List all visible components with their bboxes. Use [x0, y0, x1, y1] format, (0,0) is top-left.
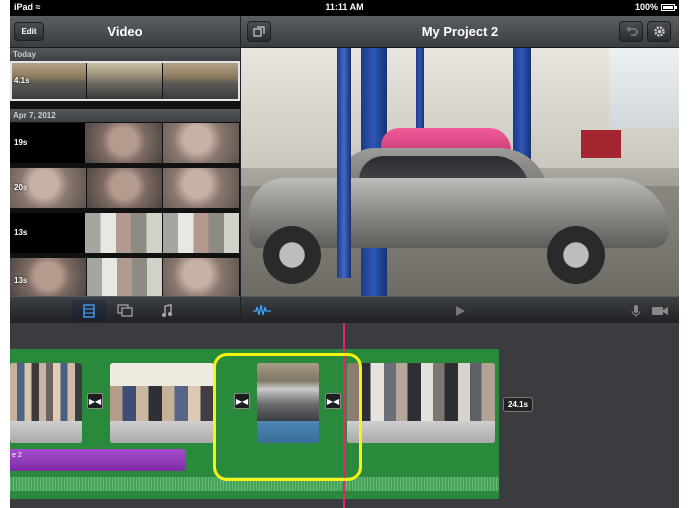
tab-photos[interactable] — [108, 300, 142, 321]
section-header-date: Apr 7, 2012 — [10, 109, 240, 122]
video-viewer[interactable] — [241, 48, 679, 296]
highlight-annotation — [213, 353, 362, 481]
media-tabs-bar — [10, 296, 240, 323]
clip-strip[interactable]: 4.1s — [10, 61, 240, 101]
browser-title: Video — [107, 24, 143, 39]
clip-strip[interactable]: 13s — [10, 213, 240, 253]
timeline-clip[interactable] — [347, 363, 495, 443]
audio-clip[interactable]: e 2 — [10, 449, 186, 471]
clip-duration: 4.1s — [14, 76, 30, 85]
imovie-window: iPad ≈ 11:11 AM 100% Edit Video My Proje… — [10, 0, 679, 508]
undo-button[interactable] — [619, 21, 643, 42]
audio-waveform-icon — [253, 304, 271, 315]
battery-percent: 100% — [634, 2, 658, 12]
clip-duration: 19s — [14, 138, 28, 147]
battery-icon — [661, 3, 677, 11]
undo-icon — [625, 26, 638, 36]
status-time: 11:11 AM — [325, 2, 364, 12]
transition-button[interactable]: ▶◀ — [87, 393, 103, 409]
viewer-controls-bar — [241, 296, 679, 323]
timeline-clip[interactable] — [10, 363, 82, 443]
microphone-icon — [631, 304, 641, 317]
transition-icon: ▶◀ — [88, 396, 102, 406]
edit-button[interactable]: Edit — [14, 22, 44, 41]
clip-strip[interactable]: 19s — [10, 123, 240, 163]
clip-duration: 13s — [14, 276, 28, 285]
project-duration-badge: 24.1s — [503, 397, 534, 412]
photos-icon — [117, 304, 133, 317]
tab-audio[interactable] — [150, 300, 184, 321]
settings-button[interactable] — [647, 21, 671, 42]
timeline-clip[interactable] — [110, 363, 214, 443]
project-header: My Project 2 — [241, 16, 679, 48]
play-icon — [456, 305, 465, 316]
clip-browser[interactable]: Today 4.1s Apr 7, 2012 19s 20s 13s 13s — [10, 48, 240, 296]
audio-waveform-button[interactable] — [245, 300, 279, 321]
clip-duration: 20s — [14, 183, 28, 192]
settings-gear-icon — [653, 26, 665, 37]
music-note-icon — [162, 303, 172, 317]
status-bar: iPad ≈ 11:11 AM 100% — [10, 0, 679, 16]
clip-duration: 13s — [14, 228, 28, 237]
clip-strip[interactable]: 13s — [10, 258, 240, 296]
tab-video[interactable] — [72, 300, 106, 321]
project-title: My Project 2 — [421, 24, 499, 39]
audio-clip-label: e 2 — [12, 452, 22, 459]
clip-strip[interactable]: 20s — [10, 168, 240, 208]
car-image — [249, 148, 669, 284]
play-button[interactable] — [443, 300, 477, 321]
browser-header: Edit Video — [10, 16, 240, 48]
section-header-today: Today — [10, 48, 240, 61]
camera-button[interactable] — [643, 300, 677, 321]
camera-icon — [652, 306, 668, 315]
battery-status: 100% — [634, 2, 677, 12]
project-timeline[interactable]: ▶◀ ▶◀ ▶◀ e 2 24.1s — [10, 323, 679, 508]
film-strip-icon — [83, 303, 95, 318]
